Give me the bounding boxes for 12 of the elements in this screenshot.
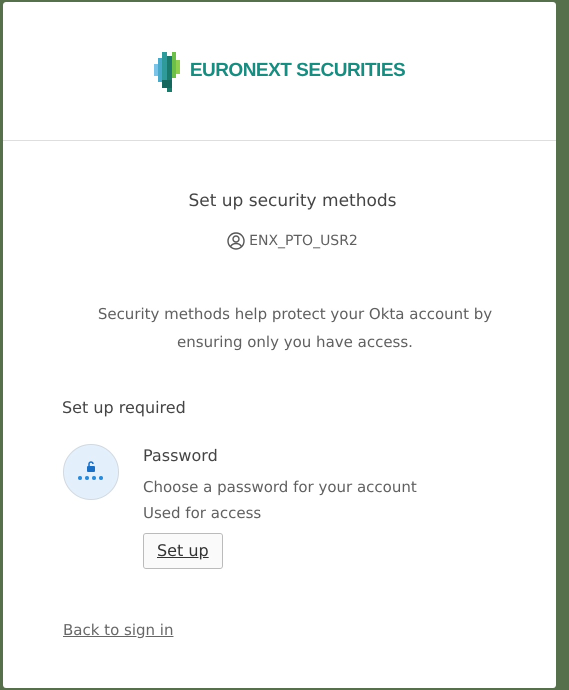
method-name: Password: [143, 444, 218, 466]
brand-name: EURONEXT SECURITIES: [190, 58, 406, 83]
method-description: Choose a password for your account: [143, 476, 417, 498]
username: ENX_PTO_USR2: [249, 232, 358, 250]
description: Security methods help protect your Okta account by ensuring only you have access.: [96, 304, 494, 352]
back-link[interactable]: Back to sign in: [63, 618, 174, 641]
user-icon: [227, 232, 246, 250]
page-title: Set up security methods: [187, 190, 398, 213]
section-title: Set up required: [62, 396, 187, 418]
logo-icon: [154, 50, 182, 92]
method-usage: Used for access: [143, 503, 262, 524]
setup-button[interactable]: Set up: [143, 532, 223, 568]
